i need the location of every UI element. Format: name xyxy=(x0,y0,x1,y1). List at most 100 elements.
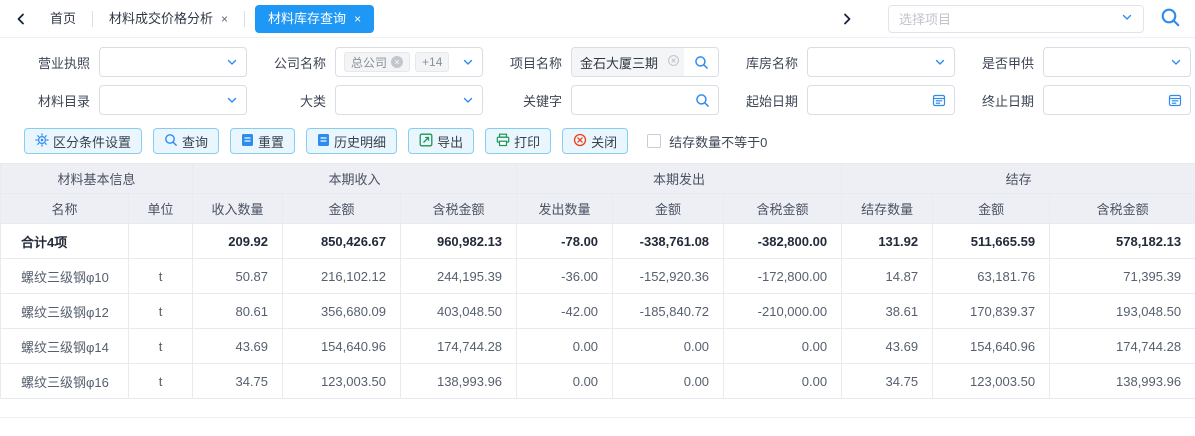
project-search-button[interactable] xyxy=(684,48,718,76)
value-cell: 216,102.12 xyxy=(283,259,401,294)
table-row[interactable]: 螺纹三级钢φ16t34.75123,003.50138,993.960.000.… xyxy=(1,364,1195,399)
business-license-select[interactable] xyxy=(99,47,247,77)
total-row[interactable]: 合计4项209.92850,426.67960,982.13-78.00-338… xyxy=(1,224,1195,259)
value-cell: 34.75 xyxy=(842,364,933,399)
value-cell: 34.75 xyxy=(193,364,283,399)
value-cell: 0.00 xyxy=(517,364,613,399)
project-name-input-group: 金石大厦三期 xyxy=(571,47,719,77)
end-date-input[interactable] xyxy=(1043,85,1191,115)
checkbox-label: 结存数量不等于0 xyxy=(669,132,767,151)
value-cell: 960,982.13 xyxy=(401,224,517,259)
value-cell: 38.61 xyxy=(842,294,933,329)
project-name-input[interactable]: 金石大厦三期 xyxy=(572,48,684,76)
value-cell: 356,680.09 xyxy=(283,294,401,329)
company-name-select[interactable]: 总公司× +14 xyxy=(335,47,483,77)
value-cell: -382,800.00 xyxy=(724,224,842,259)
column-header: 发出数量 xyxy=(517,194,613,224)
field-label: 营业执照 xyxy=(24,53,90,72)
material-name-cell: 螺纹三级钢φ14 xyxy=(1,329,129,364)
keyword-input[interactable] xyxy=(571,85,719,115)
tag-close-icon[interactable]: × xyxy=(391,56,403,68)
material-catalog-select[interactable] xyxy=(99,85,247,115)
clear-icon[interactable] xyxy=(667,54,680,70)
value-cell: 403,048.50 xyxy=(401,294,517,329)
tab-material-inventory-query[interactable]: 材料库存查询× xyxy=(255,5,374,33)
calendar-icon xyxy=(1168,93,1182,107)
major-category-select[interactable] xyxy=(335,85,483,115)
button-label: 历史明细 xyxy=(334,132,386,151)
column-header: 含税金额 xyxy=(1050,194,1195,224)
unit-cell: t xyxy=(129,294,193,329)
export-button[interactable]: 导出 xyxy=(408,128,474,154)
field-end-date: 终止日期 xyxy=(968,85,1191,115)
value-cell: 0.00 xyxy=(613,329,724,364)
button-label: 重置 xyxy=(258,132,284,151)
tab-close-icon[interactable]: × xyxy=(354,12,361,26)
value-cell: 14.87 xyxy=(842,259,933,294)
reset-button[interactable]: 重置 xyxy=(230,128,295,154)
chevron-down-icon xyxy=(226,56,238,68)
value-cell: 131.92 xyxy=(842,224,933,259)
field-company-name: 公司名称 总公司× +14 xyxy=(260,47,483,77)
value-cell: -338,761.08 xyxy=(613,224,724,259)
field-major-category: 大类 xyxy=(260,85,483,115)
chevron-right-icon[interactable] xyxy=(834,12,860,26)
unit-cell: t xyxy=(129,329,193,364)
unit-cell: t xyxy=(129,364,193,399)
topbar: 首页 材料成交价格分析 × 材料库存查询× 选择项目 xyxy=(0,0,1195,38)
close-button[interactable]: 关闭 xyxy=(562,128,628,154)
value-cell: 138,993.96 xyxy=(401,364,517,399)
field-label: 起始日期 xyxy=(732,91,798,110)
project-select[interactable]: 选择项目 xyxy=(888,5,1144,33)
column-header: 金额 xyxy=(283,194,401,224)
field-label: 是否甲供 xyxy=(968,53,1034,72)
group-header: 本期收入 xyxy=(193,164,517,194)
document-icon xyxy=(317,133,334,150)
field-warehouse-name: 库房名称 xyxy=(732,47,955,77)
field-label: 库房名称 xyxy=(732,53,798,72)
chevron-down-icon xyxy=(462,56,474,68)
tab-close-icon[interactable]: × xyxy=(221,12,228,26)
filter-settings-button[interactable]: 区分条件设置 xyxy=(24,128,142,154)
value-cell: 43.69 xyxy=(842,329,933,364)
value-cell: 170,839.37 xyxy=(933,294,1050,329)
material-name-cell: 螺纹三级钢φ12 xyxy=(1,294,129,329)
table-row[interactable]: 螺纹三级钢φ14t43.69154,640.96174,744.280.000.… xyxy=(1,329,1195,364)
column-header: 单位 xyxy=(129,194,193,224)
search-icon[interactable] xyxy=(1160,7,1181,31)
export-icon xyxy=(419,133,437,150)
chevron-left-icon[interactable] xyxy=(8,12,34,26)
table-row[interactable]: 螺纹三级钢φ10t50.87216,102.12244,195.39-36.00… xyxy=(1,259,1195,294)
tab-label: 材料成交价格分析 xyxy=(109,11,213,26)
value-cell: 578,182.13 xyxy=(1050,224,1195,259)
tab-material-price-analysis[interactable]: 材料成交价格分析 × xyxy=(93,0,244,38)
value-cell: 154,640.96 xyxy=(933,329,1050,364)
project-name-value: 金石大厦三期 xyxy=(580,53,667,72)
nonzero-balance-checkbox[interactable] xyxy=(647,134,661,148)
value-cell: 71,395.39 xyxy=(1050,259,1195,294)
search-icon[interactable] xyxy=(695,93,710,108)
history-detail-button[interactable]: 历史明细 xyxy=(306,128,397,154)
overflow-count-tag: +14 xyxy=(415,52,449,72)
value-cell: 244,195.39 xyxy=(401,259,517,294)
value-cell: 511,665.59 xyxy=(933,224,1050,259)
query-button[interactable]: 查询 xyxy=(153,128,219,154)
field-label: 材料目录 xyxy=(24,91,90,110)
inventory-table: 材料基本信息本期收入本期发出结存名称单位收入数量金额含税金额发出数量金额含税金额… xyxy=(0,163,1195,399)
column-header: 金额 xyxy=(933,194,1050,224)
gear-icon xyxy=(35,133,53,150)
table-row[interactable]: 螺纹三级钢φ12t80.61356,680.09403,048.50-42.00… xyxy=(1,294,1195,329)
value-cell: 154,640.96 xyxy=(283,329,401,364)
print-button[interactable]: 打印 xyxy=(485,128,551,154)
start-date-input[interactable] xyxy=(807,85,955,115)
field-owner-supplied: 是否甲供 xyxy=(968,47,1191,77)
owner-supplied-select[interactable] xyxy=(1043,47,1191,77)
value-cell: -78.00 xyxy=(517,224,613,259)
search-icon xyxy=(164,133,182,150)
chevron-down-icon xyxy=(226,94,238,106)
column-header: 含税金额 xyxy=(401,194,517,224)
printer-icon xyxy=(496,133,514,150)
value-cell: 123,003.50 xyxy=(283,364,401,399)
warehouse-name-select[interactable] xyxy=(807,47,955,77)
tab-home[interactable]: 首页 xyxy=(34,0,92,38)
